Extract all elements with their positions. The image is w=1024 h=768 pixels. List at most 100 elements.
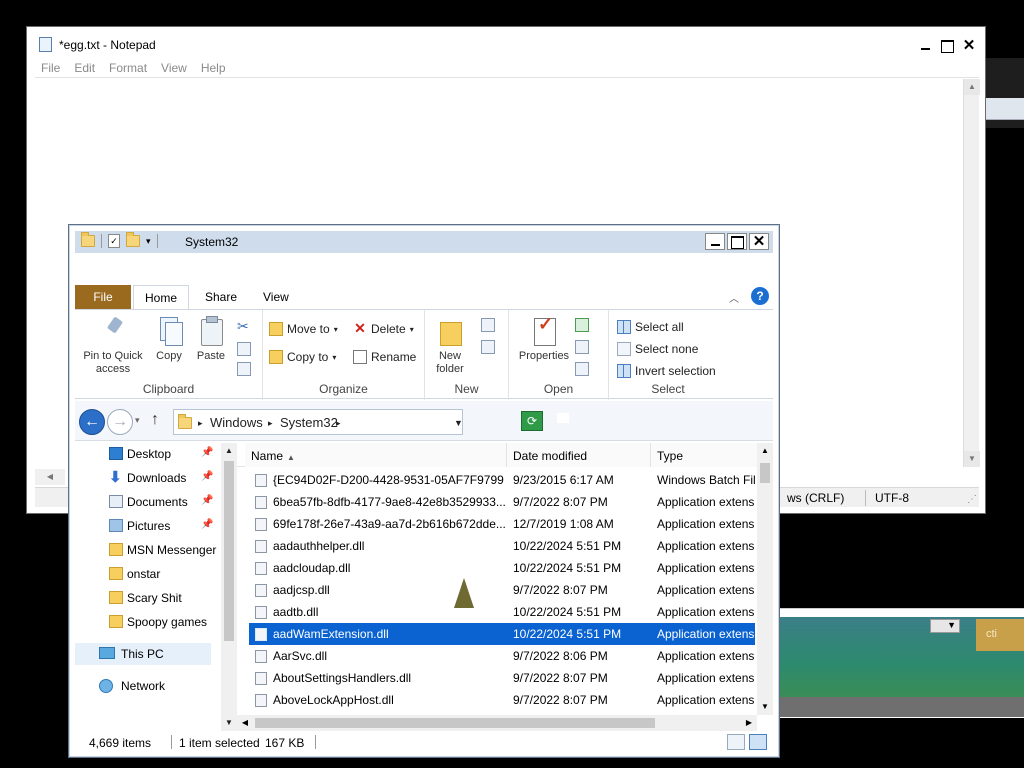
edit-icon[interactable]	[575, 340, 589, 354]
scrollbar-thumb[interactable]	[224, 461, 234, 641]
tab-share[interactable]: Share	[205, 285, 237, 309]
scroll-right-icon[interactable]: ▶	[741, 715, 757, 731]
scroll-down-icon[interactable]: ▼	[964, 451, 980, 467]
tab-home[interactable]: Home	[133, 285, 189, 309]
nav-item-this-pc[interactable]: This PC	[75, 643, 211, 665]
nav-item-documents[interactable]: Documents 📌	[75, 491, 213, 513]
copy-path-icon[interactable]	[237, 342, 251, 356]
file-list-horizontal-scrollbar[interactable]: ◀ ▶	[237, 715, 757, 731]
breadcrumb-windows[interactable]: Windows	[210, 415, 263, 430]
nav-item-msn-messenger[interactable]: MSN Messenger	[75, 539, 216, 561]
history-icon[interactable]	[575, 362, 589, 376]
paste-button[interactable]: Paste	[193, 316, 229, 363]
close-button[interactable]: ✕	[749, 233, 769, 250]
menu-view[interactable]: View	[161, 61, 187, 77]
explorer-title-bar[interactable]: ✓ ▾ System32 ✕	[75, 231, 773, 253]
menu-edit[interactable]: Edit	[74, 61, 95, 77]
table-row[interactable]: {EC94D02F-D200-4428-9531-05AF7F9799... 9/…	[249, 469, 755, 491]
properties-button[interactable]: Properties	[513, 316, 575, 363]
table-row[interactable]: aadWamExtension.dll 10/22/2024 5:51 PM App…	[249, 623, 755, 645]
scrollbar-thumb[interactable]	[255, 718, 655, 728]
delete-button[interactable]: ✕ Delete ▾	[353, 321, 414, 336]
table-row[interactable]: aadauthhelper.dll 10/22/2024 5:51 PM Appli…	[249, 535, 755, 557]
table-row[interactable]: AboutSettingsHandlers.dll 9/7/2022 8:07 P…	[249, 667, 755, 689]
nav-pane-scrollbar[interactable]: ▲ ▼	[221, 443, 237, 731]
forward-arrow-icon[interactable]: →	[107, 409, 133, 435]
background-dropdown[interactable]: ▼	[930, 619, 960, 633]
nav-item-pictures[interactable]: Pictures 📌	[75, 515, 213, 537]
customize-toolbar-icon[interactable]: ▾	[146, 236, 151, 247]
table-row[interactable]: aadcloudap.dll 10/22/2024 5:51 PM Applicat…	[249, 557, 755, 579]
scroll-up-icon[interactable]: ▲	[221, 443, 237, 459]
new-folder-button[interactable]: New folder	[429, 316, 471, 376]
invert-selection-button[interactable]: Invert selection	[617, 364, 716, 378]
new-item-icon[interactable]	[481, 318, 495, 332]
address-history-dropdown-icon[interactable]: ▼	[454, 418, 463, 428]
table-row[interactable]: aadtb.dll 10/22/2024 5:51 PM Application e…	[249, 601, 755, 623]
address-bar[interactable]: ▸ Windows ▸ System32 ▸ ▼	[173, 409, 463, 435]
paste-shortcut-icon[interactable]	[237, 362, 251, 376]
column-header-name[interactable]: Name ▲	[245, 443, 507, 467]
easy-access-icon[interactable]	[481, 340, 495, 354]
select-all-button[interactable]: Select all	[617, 320, 684, 334]
column-header-type[interactable]: Type	[651, 443, 761, 467]
breadcrumb-chevron-icon[interactable]: ▸	[198, 418, 203, 429]
collapse-ribbon-icon[interactable]: ︿	[729, 290, 739, 305]
nav-item-scary-shit[interactable]: Scary Shit	[75, 587, 211, 609]
new-folder-quick-icon[interactable]	[126, 232, 140, 247]
nav-item-network[interactable]: Network	[75, 675, 211, 697]
large-icons-view-icon[interactable]	[749, 734, 767, 750]
scroll-up-icon[interactable]: ▲	[964, 79, 980, 95]
scroll-up-icon[interactable]: ▲	[757, 443, 773, 459]
breadcrumb-system32[interactable]: System32	[280, 415, 338, 430]
resize-grip-icon[interactable]: ⋰	[967, 494, 977, 505]
breadcrumb-chevron-icon[interactable]: ▸	[336, 418, 341, 429]
notepad-vertical-scrollbar[interactable]: ▲ ▼	[963, 79, 980, 467]
background-button[interactable]: cti	[976, 619, 1024, 651]
menu-file[interactable]: File	[41, 61, 60, 77]
help-icon[interactable]: ?	[751, 287, 769, 305]
move-to-button[interactable]: Move to ▾	[269, 322, 338, 336]
search-box[interactable]	[557, 413, 569, 423]
scroll-down-icon[interactable]: ▼	[221, 715, 237, 731]
maximize-button[interactable]	[937, 37, 957, 53]
nav-item-spoopy-games[interactable]: Spoopy games	[75, 611, 211, 633]
notepad-scroll-left-icon[interactable]: ◀	[35, 469, 65, 485]
column-header-date-modified[interactable]: Date modified	[507, 443, 651, 467]
menu-format[interactable]: Format	[109, 61, 147, 77]
tab-file[interactable]: File	[75, 285, 131, 309]
menu-help[interactable]: Help	[201, 61, 226, 77]
cut-icon[interactable]: ✂	[237, 318, 251, 334]
tab-view[interactable]: View	[263, 285, 289, 309]
nav-item-desktop[interactable]: Desktop 📌	[75, 443, 213, 465]
scroll-left-icon[interactable]: ◀	[237, 715, 253, 731]
maximize-button[interactable]	[727, 233, 747, 250]
back-arrow-icon[interactable]: ←	[79, 409, 105, 435]
details-view-icon[interactable]	[727, 734, 745, 750]
file-list-vertical-scrollbar[interactable]: ▲ ▼	[757, 443, 773, 715]
refresh-icon[interactable]: ⟳	[521, 411, 543, 431]
copy-button[interactable]: Copy	[151, 316, 187, 363]
minimize-button[interactable]	[705, 233, 725, 250]
table-row[interactable]: AboveLockAppHost.dll 9/7/2022 8:07 PM Appl…	[249, 689, 755, 711]
select-none-button[interactable]: Select none	[617, 342, 698, 356]
notepad-title-bar[interactable]: *egg.txt - Notepad ✕	[27, 27, 985, 61]
pin-to-quick-access-button[interactable]: Pin to Quick access	[81, 316, 145, 376]
scroll-down-icon[interactable]: ▼	[757, 699, 773, 715]
table-row[interactable]: 69fe178f-26e7-43a9-aa7d-2b616b672dde... 1…	[249, 513, 755, 535]
table-row[interactable]: aadjcsp.dll 9/7/2022 8:07 PM Application e…	[249, 579, 755, 601]
nav-item-onstar[interactable]: onstar	[75, 563, 211, 585]
up-arrow-icon[interactable]: ↑	[151, 411, 159, 429]
table-row[interactable]: 6bea57fb-8dfb-4177-9ae8-42e8b3529933... 9…	[249, 491, 755, 513]
close-button[interactable]: ✕	[959, 37, 979, 53]
recent-locations-icon[interactable]: ▾	[135, 415, 140, 426]
table-row[interactable]: AarSvc.dll 9/7/2022 8:06 PM Application ex…	[249, 645, 755, 667]
nav-item-downloads[interactable]: ⬇ Downloads 📌	[75, 467, 213, 489]
breadcrumb-chevron-icon[interactable]: ▸	[268, 418, 273, 429]
minimize-button[interactable]	[915, 37, 935, 53]
rename-button[interactable]: Rename	[353, 350, 416, 364]
open-icon[interactable]	[575, 318, 589, 332]
copy-to-button[interactable]: Copy to ▾	[269, 350, 336, 364]
scrollbar-thumb[interactable]	[760, 463, 770, 483]
properties-quick-icon[interactable]: ✓	[108, 234, 120, 248]
